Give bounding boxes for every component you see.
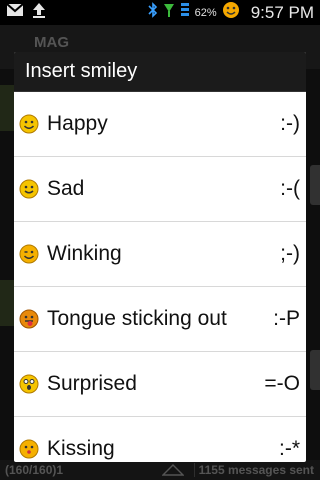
sad-smiley-icon bbox=[19, 179, 39, 199]
download-icon bbox=[32, 2, 46, 23]
list-item-winking[interactable]: Winking ;-) bbox=[14, 222, 306, 287]
kissing-smiley-icon bbox=[19, 439, 39, 459]
smiley-label: Sad bbox=[47, 177, 85, 200]
smiley-code: ;-) bbox=[280, 242, 300, 265]
smiley-code: :-) bbox=[280, 112, 300, 135]
smiley-label: Tongue sticking out bbox=[47, 307, 227, 330]
list-item-kissing[interactable]: Kissing :-* bbox=[14, 417, 306, 462]
smiley-label: Surprised bbox=[47, 372, 137, 395]
list-item-tongue-sticking-out[interactable]: Tongue sticking out :-P bbox=[14, 287, 306, 352]
smiley-list: Happy :-) Sad :-( Winking ;-) Tongue sti… bbox=[14, 92, 306, 462]
wifi-signal-icon bbox=[163, 2, 175, 23]
bluetooth-icon bbox=[148, 2, 158, 23]
battery-percent: 62% bbox=[194, 6, 217, 19]
list-item-happy[interactable]: Happy :-) bbox=[14, 92, 306, 157]
smiley-code: =-O bbox=[264, 372, 300, 395]
list-item-sad[interactable]: Sad :-( bbox=[14, 157, 306, 222]
smiley-code: :-* bbox=[279, 437, 300, 460]
clock: 9:57 PM bbox=[250, 2, 314, 22]
insert-smiley-dialog: Insert smiley Happy :-) Sad :-( Winking … bbox=[14, 52, 306, 462]
smiley-notification-icon bbox=[222, 1, 240, 24]
smiley-label: Winking bbox=[47, 242, 122, 265]
list-item-surprised[interactable]: Surprised =-O bbox=[14, 352, 306, 417]
winking-smiley-icon bbox=[19, 244, 39, 264]
happy-smiley-icon bbox=[19, 114, 39, 134]
mail-icon bbox=[6, 3, 24, 22]
smiley-label: Kissing bbox=[47, 437, 115, 460]
dialog-title: Insert smiley bbox=[14, 52, 306, 92]
smiley-code: :-( bbox=[280, 177, 300, 200]
smiley-label: Happy bbox=[47, 112, 108, 135]
surprised-smiley-icon bbox=[19, 374, 39, 394]
battery-icon bbox=[180, 1, 190, 24]
tongue-smiley-icon bbox=[19, 309, 39, 329]
smiley-code: :-P bbox=[273, 307, 300, 330]
status-bar: 62% 9:57 PM bbox=[0, 0, 320, 25]
